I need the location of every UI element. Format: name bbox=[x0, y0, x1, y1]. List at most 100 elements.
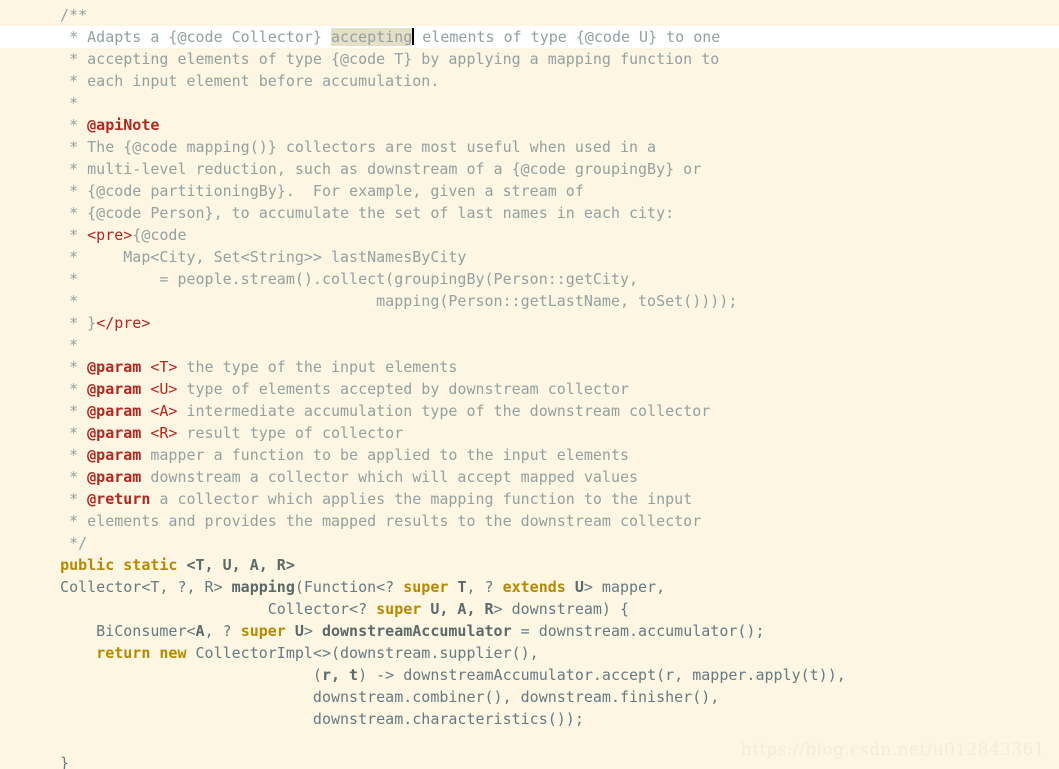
code-text: * accepting elements of type {@code T} b… bbox=[42, 50, 720, 68]
code-line[interactable]: * @param <R> result type of collector bbox=[0, 422, 1059, 444]
code-line[interactable]: return new CollectorImpl<>(downstream.su… bbox=[0, 642, 1059, 664]
code-text: * {@code Person}, to accumulate the set … bbox=[42, 204, 675, 222]
code-line[interactable]: downstream.characteristics()); bbox=[0, 708, 1059, 730]
java-identifier: mapping bbox=[231, 578, 295, 596]
code-text: BiConsumer< bbox=[42, 622, 196, 640]
javadoc-inline-tag: <U> bbox=[150, 380, 178, 398]
java-keyword: super bbox=[403, 578, 449, 596]
java-keyword: super bbox=[376, 600, 422, 618]
code-line[interactable]: * bbox=[0, 334, 1059, 356]
code-line[interactable]: * {@code partitioningBy}. For example, g… bbox=[0, 180, 1059, 202]
code-line-current[interactable]: * Adapts a {@code Collector} accepting e… bbox=[0, 26, 1059, 48]
code-text: * bbox=[42, 358, 88, 376]
code-line-inner: * Adapts a {@code Collector} accepting e… bbox=[0, 26, 720, 48]
code-text: > downstream) { bbox=[493, 600, 630, 618]
code-line[interactable]: * mapping(Person::getLastName, toSet()))… bbox=[0, 290, 1059, 312]
code-line[interactable]: Collector<T, ?, R> mapping(Function<? su… bbox=[0, 576, 1059, 598]
code-line[interactable]: * @param <T> the type of the input eleme… bbox=[0, 356, 1059, 378]
java-identifier: r, t bbox=[321, 666, 359, 684]
code-text: * bbox=[42, 402, 88, 420]
code-line[interactable]: * }</pre> bbox=[0, 312, 1059, 334]
code-line[interactable]: * {@code Person}, to accumulate the set … bbox=[0, 202, 1059, 224]
code-text: > mapper, bbox=[583, 578, 666, 596]
code-text: * {@code partitioningBy}. For example, g… bbox=[42, 182, 584, 200]
javadoc-tag: @param bbox=[87, 358, 142, 376]
code-text: * elements and provides the mapped resul… bbox=[42, 512, 702, 530]
code-line[interactable]: BiConsumer<A, ? super U> downstreamAccum… bbox=[0, 620, 1059, 642]
java-identifier: <T, U, A, R> bbox=[186, 556, 295, 574]
code-text: = downstream.accumulator(); bbox=[511, 622, 765, 640]
code-text: Collector<? bbox=[42, 600, 377, 618]
code-line[interactable]: * @param <A> intermediate accumulation t… bbox=[0, 400, 1059, 422]
code-text: * each input element before accumulation… bbox=[42, 72, 440, 90]
javadoc-tag: @param bbox=[87, 424, 142, 442]
code-line[interactable]: * The {@code mapping()} collectors are m… bbox=[0, 136, 1059, 158]
code-text: * bbox=[42, 116, 88, 134]
code-text: downstream a collector which will accept… bbox=[141, 468, 639, 486]
code-text: a collector which applies the mapping fu… bbox=[150, 490, 693, 508]
code-line[interactable]: * each input element before accumulation… bbox=[0, 70, 1059, 92]
code-text: * = people.stream().collect(groupingBy(P… bbox=[42, 270, 639, 288]
code-text: , ? bbox=[204, 622, 241, 640]
code-text: CollectorImpl<>(downstream.supplier(), bbox=[186, 644, 539, 662]
code-line[interactable]: Collector<? super U, A, R> downstream) { bbox=[0, 598, 1059, 620]
javadoc-inline-tag: <T> bbox=[150, 358, 178, 376]
code-line[interactable]: * @param <U> type of elements accepted b… bbox=[0, 378, 1059, 400]
javadoc-inline-tag: </pre> bbox=[96, 314, 151, 332]
code-text: ) -> downstreamAccumulator.accept(r, map… bbox=[358, 666, 846, 684]
code-line[interactable]: * elements and provides the mapped resul… bbox=[0, 510, 1059, 532]
code-text: , ? bbox=[466, 578, 503, 596]
java-identifier: U bbox=[294, 622, 304, 640]
code-text: * bbox=[42, 490, 88, 508]
code-text: */ bbox=[42, 534, 88, 552]
code-text: (Function<? bbox=[294, 578, 404, 596]
code-line[interactable]: (r, t) -> downstreamAccumulator.accept(r… bbox=[0, 664, 1059, 686]
code-line[interactable]: * bbox=[0, 92, 1059, 114]
code-line[interactable]: * = people.stream().collect(groupingBy(P… bbox=[0, 268, 1059, 290]
code-text: Collector<T, ?, R> bbox=[42, 578, 232, 596]
java-identifier: U, A, R bbox=[430, 600, 494, 618]
code-text: mapper a function to be applied to the i… bbox=[141, 446, 630, 464]
javadoc-inline-tag: <A> bbox=[150, 402, 178, 420]
code-text: the type of the input elements bbox=[177, 358, 458, 376]
code-line[interactable]: * Map<City, Set<String>> lastNamesByCity bbox=[0, 246, 1059, 268]
code-text: * bbox=[42, 424, 88, 442]
code-line[interactable]: */ bbox=[0, 532, 1059, 554]
code-text: * mapping(Person::getLastName, toSet()))… bbox=[42, 292, 738, 310]
selected-word: accepting bbox=[330, 28, 413, 46]
code-text: * bbox=[42, 336, 79, 354]
java-identifier: U bbox=[574, 578, 584, 596]
code-line[interactable]: * @param downstream a collector which wi… bbox=[0, 466, 1059, 488]
code-text: elements of type {@code U} to one bbox=[413, 28, 721, 46]
code-text: downstream.combiner(), downstream.finish… bbox=[42, 688, 720, 706]
code-line[interactable]: * @param mapper a function to be applied… bbox=[0, 444, 1059, 466]
javadoc-inline-tag: <pre> bbox=[87, 226, 133, 244]
code-text: } bbox=[42, 754, 70, 769]
code-line[interactable]: downstream.combiner(), downstream.finish… bbox=[0, 686, 1059, 708]
code-text: * } bbox=[42, 314, 97, 332]
code-line[interactable]: /** bbox=[0, 4, 1059, 26]
code-line[interactable]: * @apiNote bbox=[0, 114, 1059, 136]
code-text: * bbox=[42, 226, 88, 244]
code-line[interactable]: * multi-level reduction, such as downstr… bbox=[0, 158, 1059, 180]
code-editor-pane[interactable]: /** * Adapts a {@code Collector} accepti… bbox=[0, 0, 1059, 769]
code-text: * The {@code mapping()} collectors are m… bbox=[42, 138, 657, 156]
java-identifier: A bbox=[195, 622, 205, 640]
code-line[interactable]: * accepting elements of type {@code T} b… bbox=[0, 48, 1059, 70]
javadoc-tag: @apiNote bbox=[87, 116, 160, 134]
code-text: > bbox=[303, 622, 322, 640]
code-text: type of elements accepted by downstream … bbox=[177, 380, 630, 398]
code-text: /** bbox=[42, 6, 88, 24]
code-text: intermediate accumulation type of the do… bbox=[177, 402, 711, 420]
code-line[interactable]: public static <T, U, A, R> bbox=[0, 554, 1059, 576]
code-text: * bbox=[42, 446, 88, 464]
code-line[interactable]: * @return a collector which applies the … bbox=[0, 488, 1059, 510]
code-lines-container[interactable]: /** * Adapts a {@code Collector} accepti… bbox=[0, 4, 1059, 769]
code-text: * bbox=[42, 94, 79, 112]
code-text: ( bbox=[42, 666, 322, 684]
code-line[interactable]: * <pre>{@code bbox=[0, 224, 1059, 246]
